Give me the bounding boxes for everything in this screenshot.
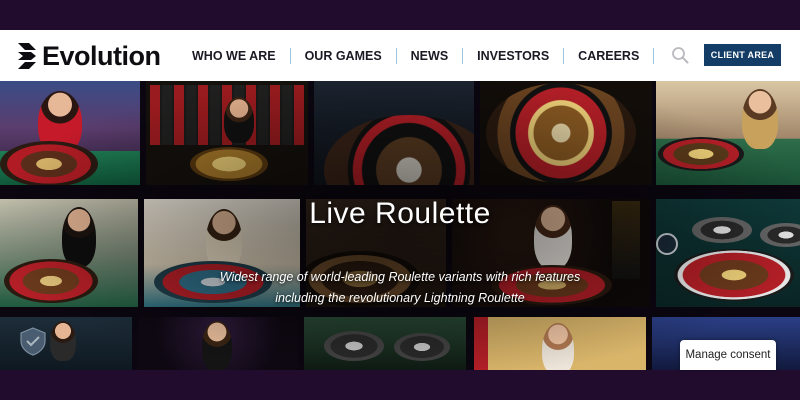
nav-who-we-are[interactable]: WHO WE ARE — [178, 47, 291, 64]
game-tile — [0, 81, 140, 185]
hero-banner: Live Roulette Widest range of world-lead… — [0, 81, 800, 370]
bottom-band — [0, 370, 800, 400]
search-icon[interactable] — [671, 46, 689, 64]
shield-badge-icon[interactable] — [18, 326, 48, 356]
hero-subtitle: Widest range of world-leading Roulette v… — [0, 267, 800, 309]
site-header: Evolution WHO WE ARE OUR GAMES NEWS INVE… — [0, 30, 800, 81]
manage-consent-button[interactable]: Manage consent — [680, 340, 776, 370]
hero-title: Live Roulette — [309, 197, 491, 230]
game-tile — [480, 81, 652, 185]
game-tile — [314, 81, 474, 185]
hero-subtitle-line-1: Widest range of world-leading Roulette v… — [219, 270, 581, 284]
main-nav: WHO WE ARE OUR GAMES NEWS INVESTORS CARE… — [178, 30, 655, 81]
top-band — [0, 0, 800, 30]
nav-news[interactable]: NEWS — [397, 47, 464, 64]
nav-investors[interactable]: INVESTORS — [463, 47, 565, 64]
logo[interactable]: Evolution — [16, 41, 161, 71]
nav-our-games[interactable]: OUR GAMES — [291, 47, 397, 64]
hero-subtitle-line-2: including the revolutionary Lightning Ro… — [275, 291, 525, 305]
nav-careers[interactable]: CAREERS — [564, 47, 655, 64]
game-tile — [138, 317, 298, 370]
game-tile — [474, 317, 646, 370]
client-area-button[interactable]: CLIENT AREA — [704, 44, 781, 66]
game-tile — [304, 317, 466, 370]
game-tile — [146, 81, 308, 185]
brand-name: Evolution — [42, 41, 161, 71]
game-tile — [656, 81, 800, 185]
evolution-logo-icon — [16, 42, 38, 70]
